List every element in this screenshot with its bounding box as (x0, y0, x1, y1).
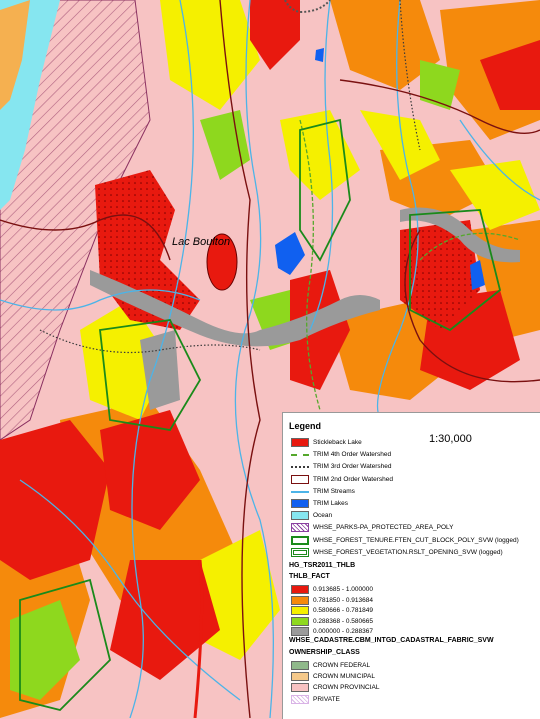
map-scale: 1:30,000 (429, 433, 472, 445)
legend-label: TRIM 4th Order Watershed (313, 451, 392, 459)
trim-lake[interactable] (315, 48, 324, 62)
color-fill-swatch (291, 595, 309, 605)
color-fill-swatch (291, 683, 309, 693)
dark-red-outline-swatch (291, 474, 309, 484)
ownership-class-label: CROWN FEDERAL (313, 662, 371, 669)
color-fill-swatch (291, 606, 309, 615)
color-fill-swatch (291, 616, 309, 626)
green-dashed-line-swatch (291, 450, 309, 457)
cadastre-layer-heading: WHSE_CADASTRE.CBM_INTGD_CADASTRAL_FABRIC… (289, 637, 494, 644)
purple-hatch-swatch (291, 694, 309, 704)
thlb-class-label: 0.000000 - 0.288367 (313, 628, 373, 635)
ownership-class-label: PRIVATE (313, 695, 340, 703)
ownership-field-heading: OWNERSHIP_CLASS (289, 649, 360, 656)
ownership-class-label: CROWN PROVINCIAL (313, 684, 380, 692)
cyan-fill-swatch (291, 511, 309, 521)
thlb-class-label: 0.288368 - 0.580665 (313, 617, 373, 625)
legend-label: TRIM 3rd Order Watershed (313, 463, 392, 471)
legend-label: WHSE_PARKS-PA_PROTECTED_AREA_POLY (313, 524, 454, 532)
color-fill-swatch (291, 627, 309, 636)
legend-label: Stickleback Lake (313, 439, 362, 446)
legend-label: WHSE_FOREST_VEGETATION.RSLT_OPENING_SVW … (313, 548, 503, 556)
thlb-class-label: 0.580666 - 0.781849 (313, 607, 373, 614)
legend-label: TRIM Lakes (313, 500, 349, 507)
green-outline-swatch (291, 535, 309, 545)
purple-hatch-swatch (291, 523, 309, 533)
ownership-class-label: CROWN MUNICIPAL (313, 673, 375, 681)
place-label-lac-boulton: Lac Boulton (172, 236, 230, 248)
blue-fill-swatch (291, 499, 309, 508)
legend-label: WHSE_FOREST_TENURE.FTEN_CUT_BLOCK_POLY_S… (313, 536, 519, 544)
green-double-outline-swatch (291, 547, 309, 557)
blue-line-swatch (291, 487, 309, 493)
legend-label: Ocean (313, 512, 333, 520)
map-legend: Legend 1:30,000 Stickleback Lake TRIM 4th… (282, 412, 540, 719)
color-fill-swatch (291, 585, 309, 594)
legend-label: TRIM 2nd Order Watershed (313, 475, 393, 483)
legend-title: Legend (289, 421, 322, 431)
dotted-line-swatch (291, 462, 309, 469)
color-fill-swatch (291, 661, 309, 670)
thlb-layer-heading: HG_TSR2011_THLB (289, 562, 356, 569)
red-fill-swatch (291, 438, 309, 447)
color-fill-swatch (291, 672, 309, 682)
thlb-class-label: 0.781850 - 0.913684 (313, 596, 373, 604)
thlb-field-heading: THLB_FACT (289, 573, 330, 580)
legend-label: TRIM Streams (313, 487, 355, 495)
thlb-class-label: 0.913685 - 1.000000 (313, 586, 373, 593)
